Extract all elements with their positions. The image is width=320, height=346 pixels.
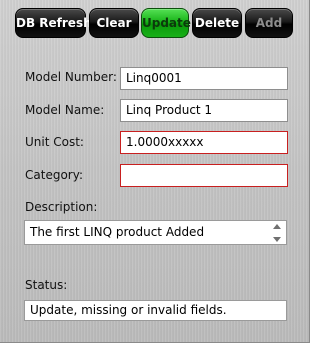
model-name-label: Model Name:: [25, 103, 105, 117]
spin-up-icon[interactable]: [273, 224, 281, 229]
category-field[interactable]: [120, 164, 288, 187]
db-refresh-button[interactable]: DB Refresh: [15, 8, 92, 38]
description-text: The first LINQ product Added: [30, 225, 205, 239]
spin-down-icon[interactable]: [273, 237, 281, 242]
model-name-field[interactable]: Linq Product 1: [120, 99, 288, 122]
status-field: Update, missing or invalid fields.: [24, 300, 287, 321]
add-button[interactable]: Add: [245, 8, 293, 38]
status-label: Status:: [25, 278, 68, 292]
model-number-field[interactable]: Linq0001: [120, 67, 288, 90]
model-number-label: Model Number:: [25, 70, 117, 84]
product-editor-panel: DB Refresh Clear Update Delete Add Model…: [0, 0, 310, 343]
category-label: Category:: [25, 168, 83, 182]
unit-cost-label: Unit Cost:: [25, 135, 84, 149]
delete-button[interactable]: Delete: [192, 8, 242, 38]
clear-button[interactable]: Clear: [89, 8, 139, 38]
update-button[interactable]: Update: [141, 8, 191, 38]
description-spinner[interactable]: [272, 224, 282, 242]
description-label: Description:: [25, 200, 98, 214]
unit-cost-field[interactable]: 1.0000xxxxx: [120, 131, 288, 154]
description-field[interactable]: The first LINQ product Added: [24, 220, 287, 245]
